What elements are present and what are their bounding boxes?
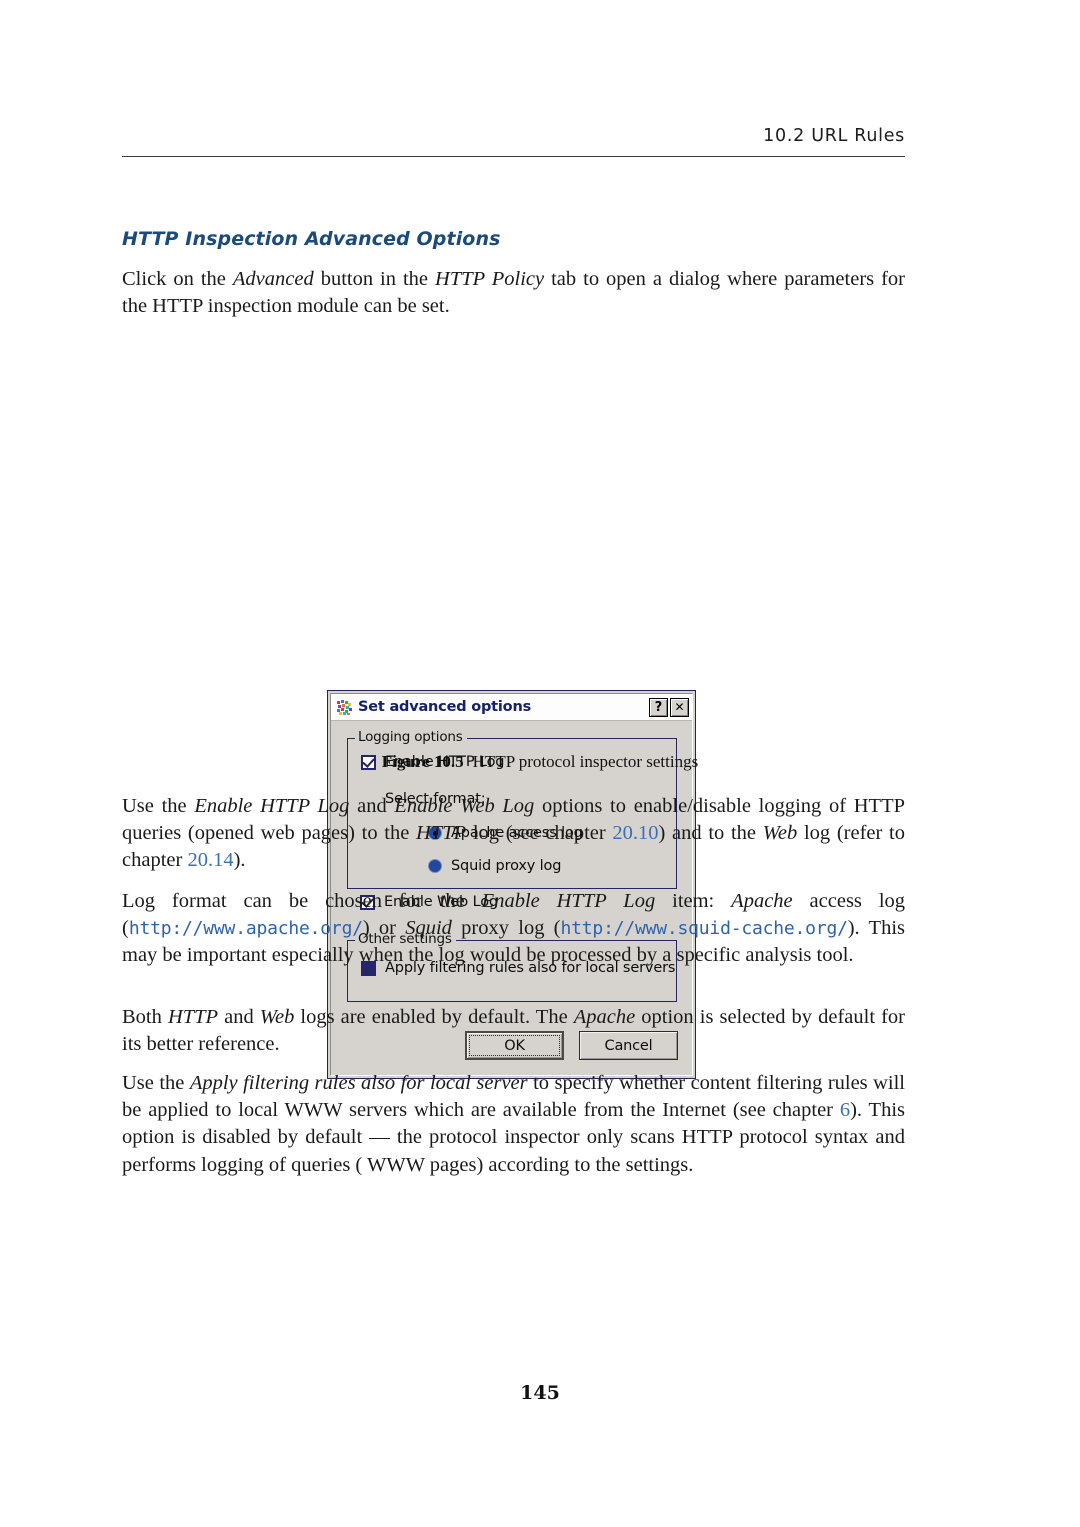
text-run: ). [233, 849, 246, 872]
emphasis-http-2: HTTP [167, 1006, 219, 1028]
header-rule [122, 156, 905, 157]
text-run: Both [122, 1006, 168, 1028]
application-icon [336, 698, 353, 716]
text-run: button in the [313, 268, 436, 290]
emphasis-web: Web [762, 822, 798, 845]
paragraph-logs: Use the Enable HTTP Log and Enable Web L… [122, 793, 905, 875]
emphasis-http-policy: HTTP Policy [435, 268, 545, 290]
figure-caption-label: Figure 10.5 [381, 752, 464, 771]
dialog-title: Set advanced options [358, 699, 531, 715]
paragraph-defaults: Both HTTP and Web logs are enabled by de… [122, 1004, 905, 1058]
page-number: 145 [520, 1382, 560, 1404]
text-run: logs are enabled by default. The [294, 1006, 574, 1028]
figure-caption-text: HTTP protocol inspector settings [472, 752, 699, 771]
emphasis-enable-http-log-2: Enable HTTP Log [481, 890, 656, 912]
link-squid-url[interactable]: http://www.squid-cache.org/ [561, 918, 848, 939]
cross-reference-20-10[interactable]: 20.10 [612, 822, 658, 844]
cross-reference-20-14[interactable]: 20.14 [187, 849, 233, 871]
emphasis-enable-http-log: Enable HTTP Log [194, 795, 350, 817]
emphasis-enable-web-log: Enable Web Log [394, 795, 535, 817]
text-run: Log format can be chosen for the [122, 890, 482, 912]
emphasis-apache-2: Apache [573, 1006, 636, 1028]
logging-options-legend: Logging options [355, 729, 467, 745]
text-run: proxy log ( [451, 917, 561, 940]
text-run: Use the [122, 1072, 190, 1094]
cross-reference-6[interactable]: 6 [840, 1099, 850, 1121]
paragraph-intro: Click on the Advanced button in the HTTP… [122, 266, 905, 320]
link-apache-url[interactable]: http://www.apache.org/ [129, 918, 363, 939]
emphasis-apply-filtering-rules: Apply filtering rules also for local ser… [189, 1072, 528, 1094]
dialog-titlebar: Set advanced options ? ✕ [331, 694, 692, 721]
text-run: and [349, 795, 395, 817]
close-icon[interactable]: ✕ [670, 697, 689, 717]
paragraph-local-servers: Use the Apply filtering rules also for l… [122, 1070, 905, 1179]
emphasis-http: HTTP [416, 822, 467, 845]
emphasis-web-2: Web [259, 1006, 295, 1028]
help-icon[interactable]: ? [649, 697, 668, 717]
section-subheading: HTTP Inspection Advanced Options [122, 228, 501, 250]
text-run: ) and to the [658, 822, 763, 845]
emphasis-advanced: Advanced [232, 268, 314, 290]
paragraph-format: Log format can be chosen for the Enable … [122, 888, 905, 970]
running-header: 10.2 URL Rules [763, 126, 905, 146]
text-run: Use the [122, 795, 195, 817]
figure-caption: Figure 10.5 HTTP protocol inspector setti… [0, 752, 1080, 772]
document-page: 10.2 URL Rules HTTP Inspection Advanced … [0, 0, 1080, 1527]
emphasis-squid: Squid [405, 917, 452, 940]
emphasis-apache: Apache [731, 890, 793, 912]
text-run: item: [655, 890, 732, 912]
text-run: log (see chapter [466, 822, 613, 845]
text-run: and [218, 1006, 260, 1028]
text-run: Click on the [122, 268, 233, 290]
text-run: ) or [362, 917, 406, 940]
